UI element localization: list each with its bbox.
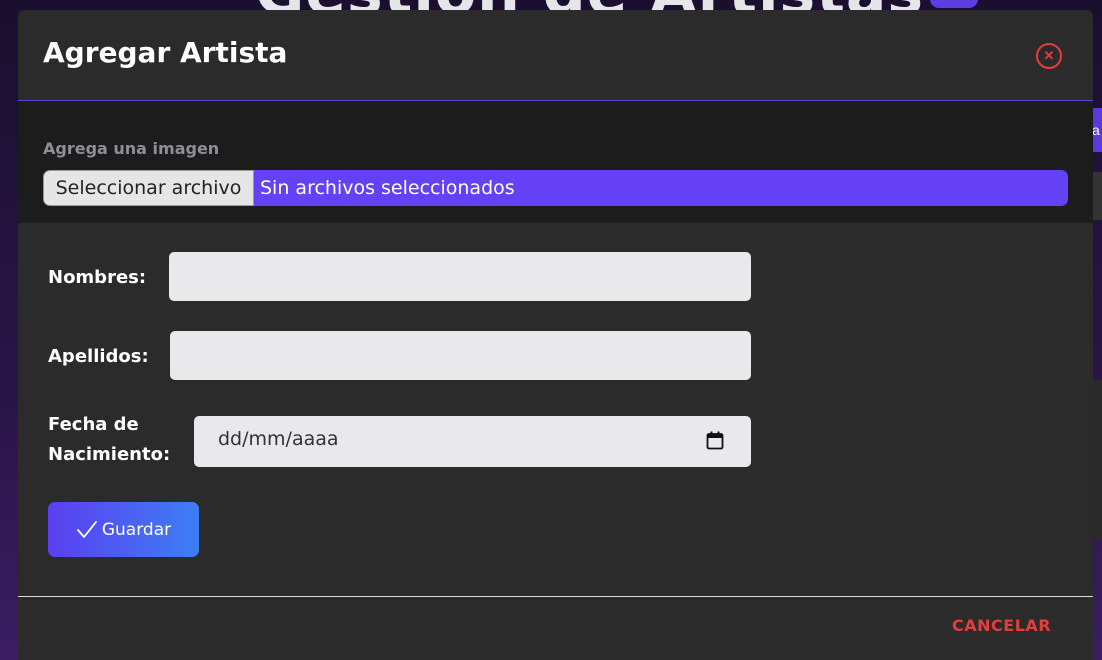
- save-button-label: Guardar: [101, 519, 172, 540]
- save-button[interactable]: Guardar: [48, 502, 199, 557]
- file-input[interactable]: Seleccionar archivo Sin archivos selecci…: [43, 170, 1068, 206]
- background-panel-lower: [1092, 380, 1102, 540]
- birthdate-input[interactable]: dd/mm/aaaa: [194, 416, 751, 467]
- background-panel: [1092, 172, 1102, 220]
- modal-header: Agregar Artista ✕: [18, 10, 1093, 101]
- apellidos-label: Apellidos:: [48, 346, 149, 367]
- file-status-text: Sin archivos seleccionados: [260, 177, 515, 199]
- background-pill: [930, 0, 978, 8]
- add-artist-modal: Agregar Artista ✕ Agrega una imagen Sele…: [18, 10, 1093, 660]
- check-icon: [76, 520, 97, 538]
- modal-title: Agregar Artista: [43, 36, 288, 69]
- cancel-button[interactable]: CANCELAR: [952, 616, 1051, 635]
- artist-form: Nombres: Apellidos: Fecha de Nacimiento:…: [18, 223, 1093, 596]
- upload-label: Agrega una imagen: [43, 139, 220, 158]
- nombres-label: Nombres:: [48, 267, 147, 288]
- modal-footer: CANCELAR: [18, 596, 1093, 660]
- fecha-label-line2: Nacimiento:: [48, 444, 171, 465]
- calendar-icon[interactable]: [706, 431, 724, 450]
- nombres-input[interactable]: [169, 252, 751, 301]
- date-placeholder: dd/mm/aaaa: [218, 428, 339, 450]
- background-side-tab: a: [1092, 108, 1102, 152]
- apellidos-input[interactable]: [170, 331, 751, 380]
- fecha-label-line1: Fecha de: [48, 414, 139, 435]
- close-icon[interactable]: ✕: [1036, 43, 1062, 69]
- select-file-button[interactable]: Seleccionar archivo: [43, 170, 254, 206]
- image-upload-section: Agrega una imagen Seleccionar archivo Si…: [18, 101, 1093, 223]
